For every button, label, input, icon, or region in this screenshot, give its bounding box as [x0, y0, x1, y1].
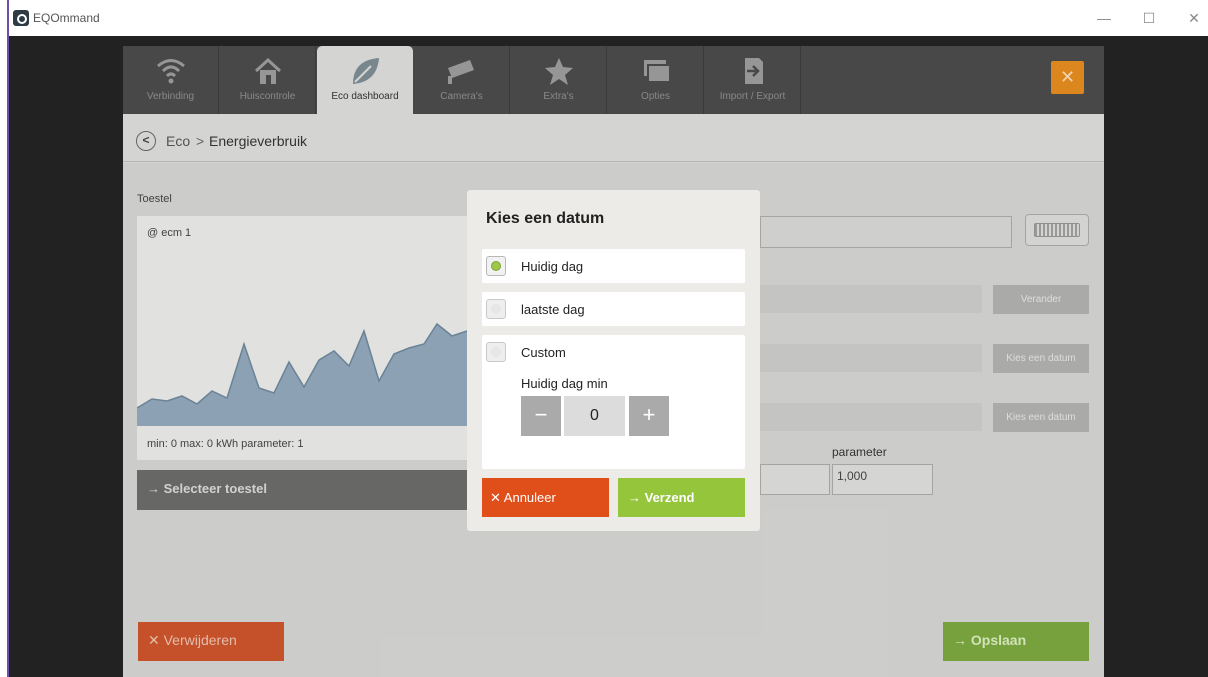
device-section-label: Toestel: [137, 193, 172, 205]
option-huidig-dag[interactable]: Huidig dag: [482, 249, 745, 283]
tab-huiscontrole[interactable]: Huiscontrole: [220, 46, 316, 114]
leaf-icon: [353, 58, 379, 84]
import-export-icon: [745, 58, 763, 84]
send-button[interactable]: → Verzend: [618, 478, 745, 517]
device-stats: min: 0 max: 0 kWh parameter: 1: [147, 438, 304, 450]
parameter-input[interactable]: 1,000: [832, 464, 933, 495]
device-panel: @ ecm 1 min: 0 max: 0 kWh parameter: 1: [137, 216, 482, 460]
option-label: Custom: [521, 345, 566, 360]
dialog-title: Kies een datum: [486, 210, 605, 227]
window-title: EQOmmand: [33, 11, 100, 25]
tab-eco-dashboard[interactable]: Eco dashboard: [317, 46, 413, 114]
option-laatste-dag[interactable]: laatste dag: [482, 292, 745, 326]
tab-extras[interactable]: Extra's: [511, 46, 607, 114]
parameter-label: parameter: [832, 445, 887, 459]
maximize-button[interactable]: ☐: [1134, 8, 1164, 28]
keyboard-button[interactable]: [1025, 214, 1089, 246]
breadcrumb-parent[interactable]: Eco: [166, 133, 190, 149]
start-date-field: [760, 344, 982, 372]
radio-button[interactable]: [486, 299, 506, 319]
stepper-value[interactable]: 0: [564, 396, 625, 436]
secondary-input[interactable]: [760, 464, 830, 495]
wifi-icon: [157, 59, 185, 84]
delete-button[interactable]: ✕ Verwijderen: [138, 622, 284, 661]
decrement-button[interactable]: −: [521, 396, 561, 436]
tab-label: Camera's: [440, 91, 483, 102]
select-device-button[interactable]: → Selecteer toestel: [137, 470, 482, 510]
close-window-button[interactable]: ✕: [1179, 8, 1208, 28]
tab-label: Verbinding: [146, 91, 195, 102]
tab-import-export[interactable]: Import / Export: [705, 46, 801, 114]
back-button[interactable]: <: [136, 131, 156, 151]
star-icon: [545, 58, 573, 85]
breadcrumb-current: Energieverbruik: [209, 133, 308, 149]
increment-button[interactable]: +: [629, 396, 669, 436]
pick-date-button-end[interactable]: Kies een datum: [993, 403, 1089, 432]
change-button[interactable]: Verander: [993, 285, 1089, 314]
radio-button[interactable]: [486, 256, 506, 276]
cancel-button[interactable]: ✕ Annuleer: [482, 478, 609, 517]
window-titlebar: EQOmmand — ☐ ✕: [0, 0, 1208, 36]
breadcrumb-separator: >: [196, 133, 205, 149]
date-picker-dialog: Kies een datum Huidig dag laatste dag Cu…: [467, 190, 760, 531]
tab-verbinding[interactable]: Verbinding: [123, 46, 219, 114]
end-date-field: [760, 403, 982, 431]
option-label: laatste dag: [521, 302, 585, 317]
tab-label: Extra's: [543, 91, 574, 102]
option-custom[interactable]: Custom Huidig dag min − 0 +: [482, 335, 745, 469]
tab-bar: Verbinding Huiscontrole Eco dashboard Ca…: [123, 46, 1104, 114]
tab-label: Opties: [641, 91, 670, 102]
radio-button[interactable]: [486, 342, 506, 362]
option-label: Huidig dag: [521, 259, 584, 274]
usage-sparkline: [137, 322, 482, 426]
keyboard-icon: [1034, 223, 1080, 237]
home-icon: [254, 57, 282, 84]
breadcrumb: < Eco > Energieverbruik: [123, 114, 1104, 162]
camera-icon: [448, 60, 474, 84]
app-close-button[interactable]: ✕: [1051, 61, 1084, 94]
app-logo-icon: [13, 10, 29, 26]
tab-label: Import / Export: [719, 91, 786, 102]
tab-cameras[interactable]: Camera's: [414, 46, 510, 114]
tab-label: Eco dashboard: [331, 91, 399, 102]
save-button[interactable]: → Opslaan: [943, 622, 1089, 661]
custom-min-label: Huidig dag min: [521, 376, 608, 391]
minimize-button[interactable]: —: [1089, 8, 1119, 28]
value-field: [760, 285, 982, 313]
tab-label: Huiscontrole: [239, 91, 296, 102]
name-input[interactable]: [760, 216, 1012, 248]
tab-opties[interactable]: Opties: [608, 46, 704, 114]
pick-date-button-start[interactable]: Kies een datum: [993, 344, 1089, 373]
windows-icon: [644, 60, 671, 83]
